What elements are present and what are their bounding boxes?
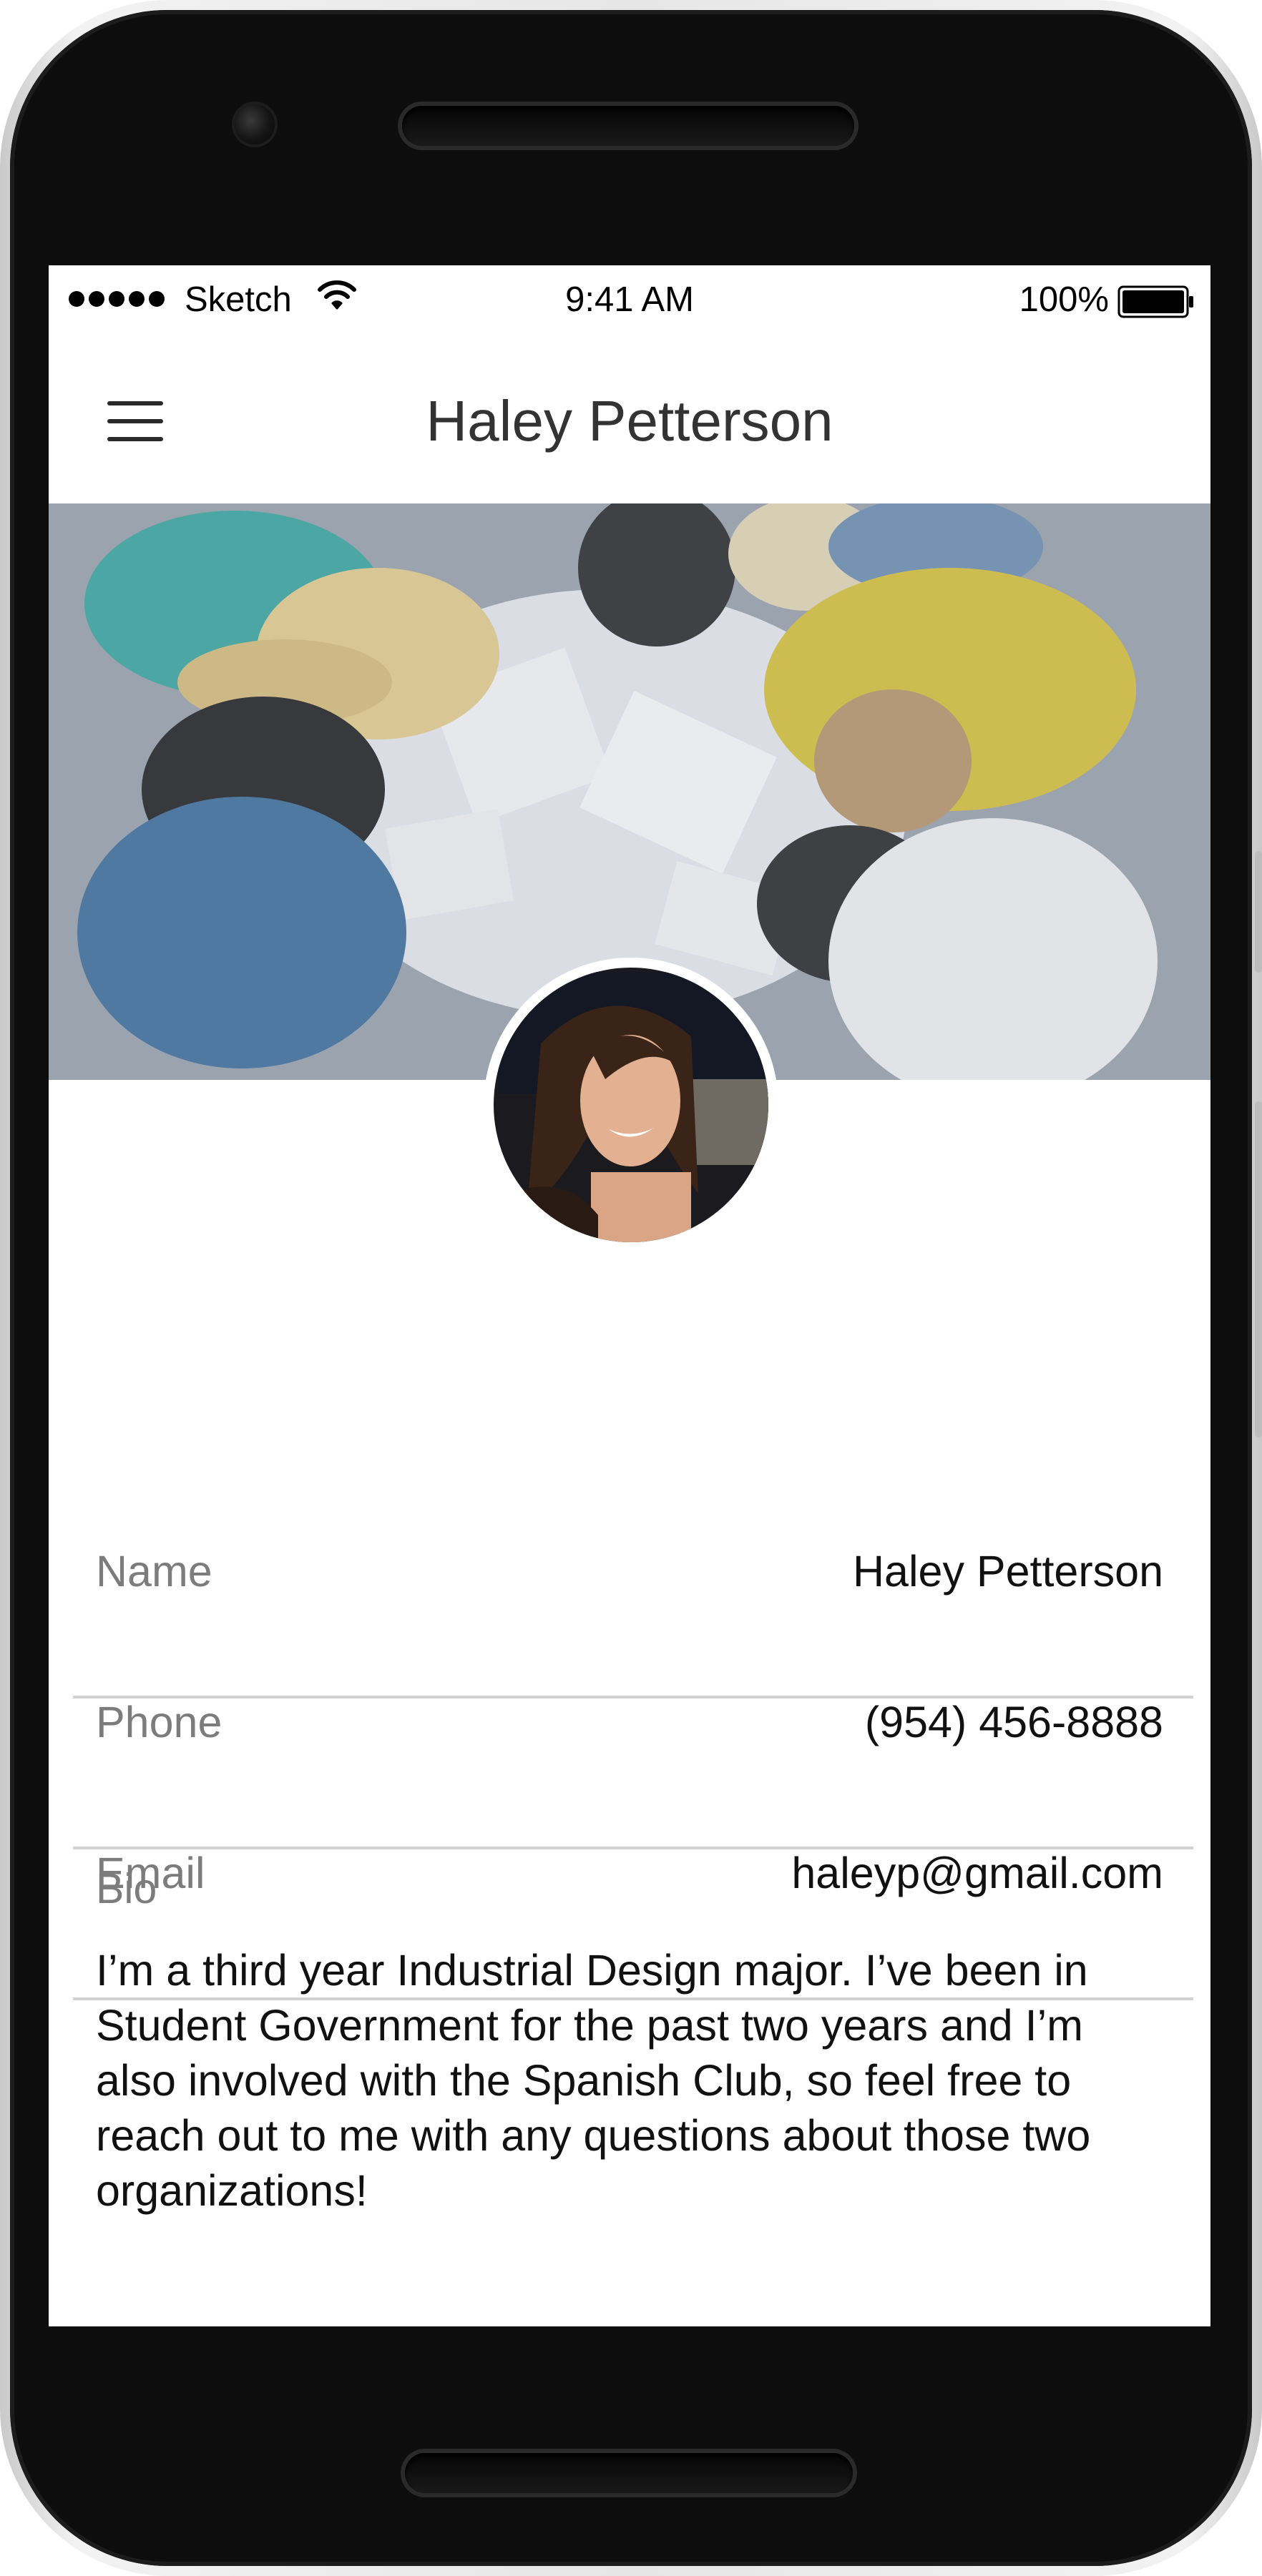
name-value: Haley Petterson	[853, 1547, 1163, 1596]
page-title: Haley Petterson	[426, 389, 833, 453]
name-label: Name	[96, 1547, 212, 1596]
power-button	[1255, 1101, 1262, 1437]
bio-text: I’m a third year Industrial Design major…	[96, 1946, 1091, 2215]
battery-percentage: 100%	[1019, 280, 1109, 319]
avatar[interactable]	[484, 958, 778, 1252]
email-value[interactable]: haleyp@gmail.com	[791, 1848, 1163, 1898]
phone-row: Phone (954) 456-8888	[73, 1697, 1193, 1849]
navigation-bar: Haley Petterson	[49, 337, 1210, 503]
phone-value[interactable]: (954) 456-8888	[865, 1697, 1163, 1747]
status-bar: Sketch 9:41 AM 100%	[49, 265, 1210, 337]
app-screen: Sketch 9:41 AM 100% Haley Petterson Name…	[49, 265, 1210, 2326]
bottom-speaker	[405, 2453, 853, 2493]
battery-icon	[1117, 285, 1193, 318]
name-row: Name Haley Petterson	[73, 1547, 1193, 1699]
top-speaker	[402, 106, 854, 146]
volume-button	[1255, 851, 1262, 973]
bio-label: Bio	[96, 1865, 157, 1912]
phone-label: Phone	[96, 1698, 222, 1746]
front-camera	[235, 104, 275, 144]
